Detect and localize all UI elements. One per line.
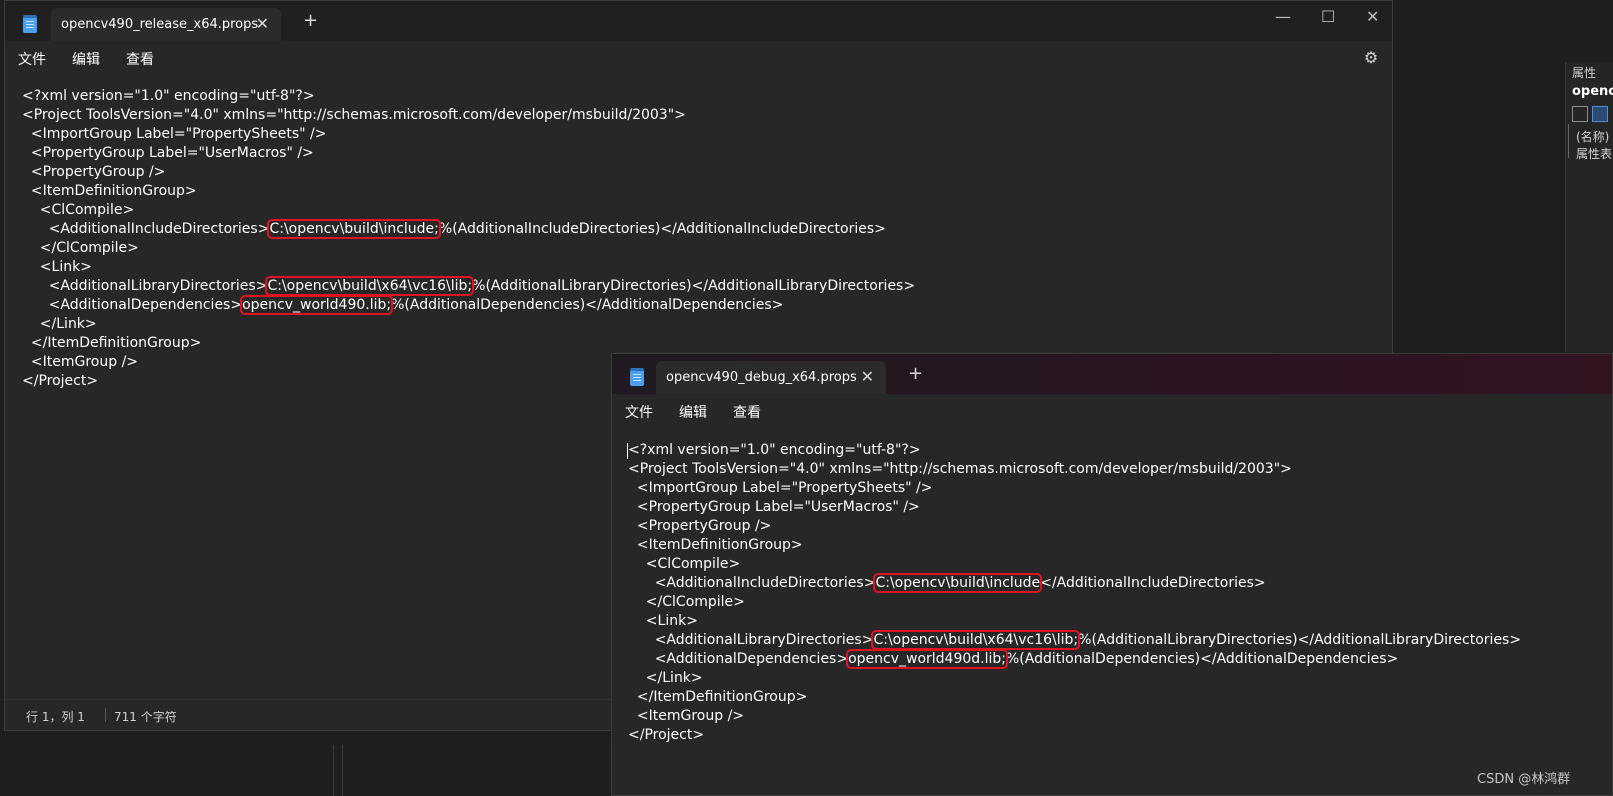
maximize-button[interactable]: ☐ (1321, 7, 1335, 26)
code-line: <AdditionalIncludeDirectories> (22, 221, 270, 237)
title-bar[interactable]: opencv490_debug_x64.props ✕ + (612, 354, 1612, 394)
menu-edit[interactable]: 编辑 (72, 49, 100, 69)
code-line: <AdditionalDependencies> (22, 297, 243, 313)
text-editor[interactable]: <?xml version="1.0" encoding="utf-8"?> <… (612, 430, 1612, 795)
watermark: CSDN @林鸿群 (1477, 772, 1571, 787)
menu-view[interactable]: 查看 (733, 402, 761, 422)
editor-content[interactable]: <?xml version="1.0" encoding="utf-8"?> <… (22, 87, 915, 391)
new-tab-button[interactable]: + (908, 365, 923, 383)
editor-content[interactable]: <?xml version="1.0" encoding="utf-8"?> <… (628, 441, 1521, 745)
code-line: %(AdditionalDependencies)</AdditionalDep… (391, 297, 784, 313)
tab-release-props[interactable]: opencv490_release_x64.props ✕ (51, 8, 281, 41)
minimize-button[interactable]: — (1275, 7, 1291, 26)
highlight-library-path: C:\opencv\build\x64\vc16\lib; (871, 630, 1081, 650)
background-divider (333, 745, 334, 796)
highlight-dependency-lib: opencv_world490d.lib; (846, 649, 1008, 669)
code-line: <PropertyGroup Label="UserMacros" /> (22, 145, 314, 161)
code-line: <?xml version="1.0" encoding="utf-8"?> (22, 88, 315, 104)
alphabetical-icon[interactable] (1592, 106, 1608, 122)
code-line: %(AdditionalLibraryDirectories)</Additio… (472, 278, 916, 294)
code-line: %(AdditionalIncludeDirectories)</Additio… (438, 221, 886, 237)
code-line: <ItemGroup /> (628, 708, 745, 724)
code-line: <Project ToolsVersion="4.0" xmlns="http:… (628, 461, 1292, 477)
close-tab-icon[interactable]: ✕ (256, 14, 269, 33)
properties-object-name: opencv (1572, 84, 1613, 99)
new-tab-button[interactable]: + (303, 12, 318, 30)
highlight-include-path: C:\opencv\build\include; (267, 219, 441, 239)
code-line: </Link> (628, 670, 703, 686)
code-line: </Project> (628, 727, 705, 743)
code-line: <PropertyGroup /> (628, 518, 772, 534)
code-line: <ItemDefinitionGroup> (22, 183, 197, 199)
code-line: </ItemDefinitionGroup> (22, 335, 202, 351)
close-tab-icon[interactable]: ✕ (861, 367, 874, 386)
code-line: <Project ToolsVersion="4.0" xmlns="http:… (22, 107, 686, 123)
code-line: <Link> (628, 613, 698, 629)
code-line: <ClCompile> (628, 556, 741, 572)
menu-edit[interactable]: 编辑 (679, 402, 707, 422)
tab-debug-props[interactable]: opencv490_debug_x64.props ✕ (656, 361, 886, 394)
code-line: <ClCompile> (22, 202, 135, 218)
highlight-include-path: C:\opencv\build\include (873, 573, 1043, 593)
code-line: <ItemGroup /> (22, 354, 139, 370)
code-line: %(AdditionalDependencies)</AdditionalDep… (1006, 651, 1399, 667)
code-line: <PropertyGroup /> (22, 164, 166, 180)
menu-view[interactable]: 查看 (126, 49, 154, 69)
code-line: <Link> (22, 259, 92, 275)
properties-toolbar (1570, 106, 1610, 124)
code-line: <ImportGroup Label="PropertySheets" /> (22, 126, 327, 142)
code-line: <AdditionalLibraryDirectories> (22, 278, 268, 294)
code-line: <PropertyGroup Label="UserMacros" /> (628, 499, 920, 515)
menu-file[interactable]: 文件 (18, 49, 46, 69)
character-count: 711 个字符 (114, 710, 177, 724)
code-line: <ItemDefinitionGroup> (628, 537, 803, 553)
menu-file[interactable]: 文件 (625, 402, 653, 422)
code-line: %(AdditionalLibraryDirectories)</Additio… (1078, 632, 1522, 648)
notepad-icon (23, 15, 37, 33)
highlight-dependency-lib: opencv_world490.lib; (240, 295, 394, 315)
code-line: </Project> (22, 373, 99, 389)
code-line: </ClCompile> (22, 240, 139, 256)
background-divider (342, 745, 343, 796)
code-line: </ItemDefinitionGroup> (628, 689, 808, 705)
status-divider (105, 708, 106, 722)
notepad-icon (630, 368, 644, 386)
categorized-icon[interactable] (1572, 106, 1588, 122)
notepad-window-debug: opencv490_debug_x64.props ✕ + 文件 编辑 查看 <… (611, 353, 1613, 796)
menu-bar: 文件 编辑 查看 ⚙ (5, 41, 1392, 77)
title-bar[interactable]: opencv490_release_x64.props ✕ + — ☐ ✕ (5, 1, 1392, 41)
code-line: <AdditionalLibraryDirectories> (628, 632, 874, 648)
properties-row-border (1568, 124, 1569, 158)
code-line: <ImportGroup Label="PropertySheets" /> (628, 480, 933, 496)
cursor-position: 行 1，列 1 (26, 710, 85, 724)
close-window-button[interactable]: ✕ (1366, 7, 1379, 26)
code-line: </Link> (22, 316, 97, 332)
highlight-library-path: C:\opencv\build\x64\vc16\lib; (265, 276, 475, 296)
properties-row-name[interactable]: (名称) (1576, 128, 1609, 145)
code-line: </AdditionalIncludeDirectories> (1040, 575, 1266, 591)
settings-gear-icon[interactable]: ⚙ (1362, 49, 1380, 67)
tab-title: opencv490_release_x64.props (61, 17, 259, 32)
properties-title: 属性 (1572, 66, 1597, 80)
tab-title: opencv490_debug_x64.props (666, 370, 857, 385)
code-line: <?xml version="1.0" encoding="utf-8"?> (628, 442, 921, 458)
menu-bar: 文件 编辑 查看 (612, 394, 1612, 430)
code-line: </ClCompile> (628, 594, 745, 610)
properties-row-sheet[interactable]: 属性表 (1576, 145, 1612, 162)
properties-panel: 属性 opencv (名称) 属性表 (1565, 62, 1613, 352)
code-line: <AdditionalIncludeDirectories> (628, 575, 876, 591)
code-line: <AdditionalDependencies> (628, 651, 849, 667)
